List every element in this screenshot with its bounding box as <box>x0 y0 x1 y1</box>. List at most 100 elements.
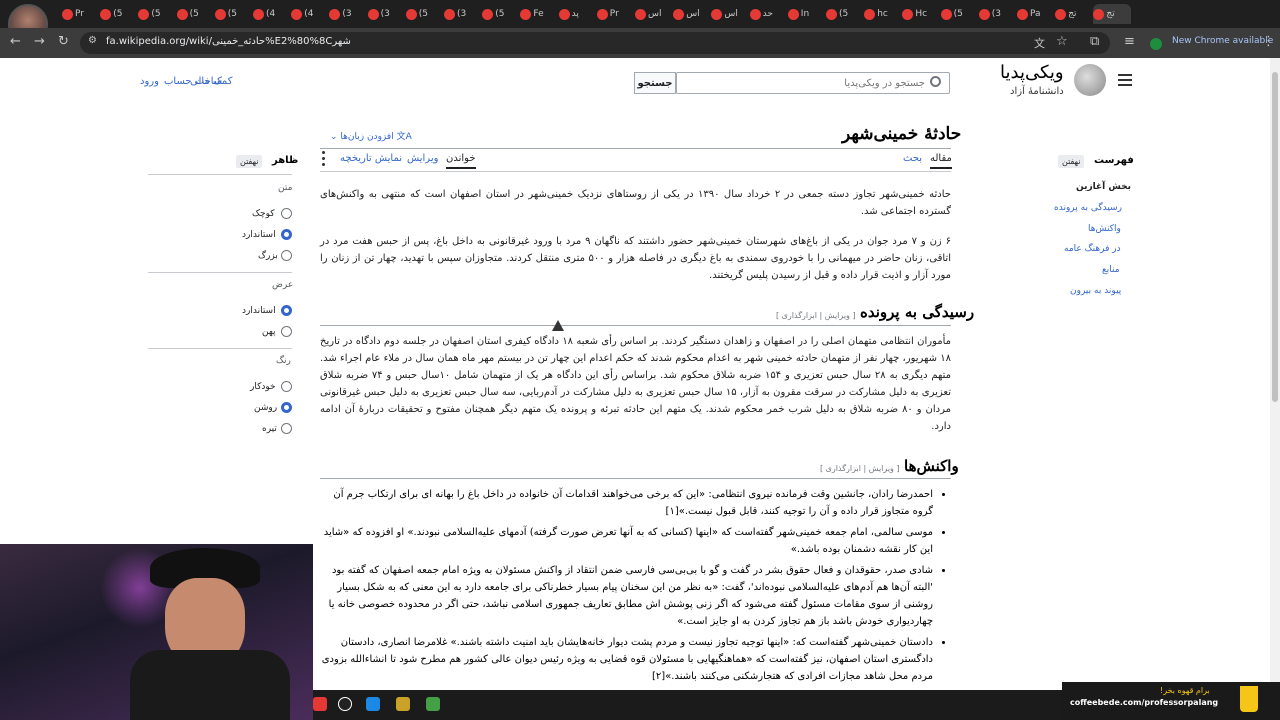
browser-tab[interactable]: Fe <box>520 4 554 24</box>
search-button[interactable]: جستجو <box>634 72 676 94</box>
browser-tab[interactable]: (5 <box>214 4 249 24</box>
tab-title: (3 <box>457 9 467 19</box>
taskbar-app-icon[interactable] <box>313 697 327 711</box>
taskbar-app-icon[interactable] <box>366 697 380 711</box>
browser-tab[interactable]: In <box>787 4 822 24</box>
radio-color-light[interactable] <box>281 402 292 413</box>
taskbar-app-icon[interactable] <box>426 697 440 711</box>
browser-tab[interactable]: (3 <box>978 4 1013 24</box>
toc-item[interactable]: واکنش‌ها <box>1088 224 1121 234</box>
browser-tab[interactable]: (5 <box>138 4 172 24</box>
browser-tab[interactable]: Pr <box>596 4 631 24</box>
more-actions-icon[interactable] <box>322 151 326 167</box>
search-input[interactable] <box>676 72 950 94</box>
tab-title: In <box>800 9 810 19</box>
tab-edit[interactable]: ویرایش <box>407 153 438 164</box>
extensions-icon[interactable]: ⧉ <box>1090 34 1099 49</box>
browser-tab[interactable]: (5 <box>826 4 860 24</box>
radio-color-auto[interactable] <box>281 381 292 392</box>
browser-tab[interactable]: (5 <box>176 4 211 24</box>
tab-article[interactable]: مقاله <box>930 153 952 169</box>
reload-icon[interactable]: ↻ <box>58 34 69 49</box>
intro-paragraph-1: حادثه خمینی‌شهر تجاوز دسته جمعی در ۲ خرد… <box>320 189 951 217</box>
browser-tab[interactable]: (4 <box>253 4 287 24</box>
login-link[interactable]: ورود <box>140 76 159 87</box>
section-divider <box>320 325 951 326</box>
tab-history[interactable]: نمایش تاریخچه <box>340 153 402 164</box>
toc-item[interactable]: در فرهنگ عامه <box>1064 244 1121 254</box>
browser-tab[interactable]: اس <box>673 4 707 24</box>
browser-tab[interactable]: تج <box>1055 4 1089 24</box>
back-icon[interactable]: ← <box>10 34 21 49</box>
tab-favicon-icon <box>673 8 685 20</box>
browser-tab[interactable]: (3 <box>329 4 363 24</box>
browser-tab[interactable]: تج <box>1093 4 1132 24</box>
tab-favicon-icon <box>749 8 761 20</box>
radio-width-wide[interactable] <box>281 326 292 337</box>
radio-text-large[interactable] <box>281 250 292 261</box>
tab-title: اس <box>686 9 700 19</box>
taskbar-app-icon[interactable] <box>396 697 410 711</box>
wikipedia-globe-logo[interactable] <box>1074 64 1106 96</box>
browser-tab[interactable]: Pa <box>1017 4 1051 24</box>
main-menu-icon[interactable] <box>1118 74 1132 86</box>
tab-title: حد <box>762 9 773 19</box>
media-player-icon[interactable] <box>338 697 352 711</box>
site-info-icon[interactable]: ⚙ <box>88 35 97 46</box>
scrollbar-thumb[interactable] <box>1272 72 1278 402</box>
wikipedia-wordmark[interactable]: ویکی‌پدیا <box>1000 62 1064 83</box>
radio-width-standard[interactable] <box>281 305 292 316</box>
add-languages-button[interactable]: ⌄ افزودن زبان‌ها 文A <box>330 129 412 142</box>
browser-tab[interactable]: Pr <box>62 4 96 24</box>
coffee-cup-icon <box>1240 686 1258 712</box>
radio-text-standard[interactable] <box>281 229 292 240</box>
list-item: شادی صدر، حقوقدان و فعال حقوق بشر در گفت… <box>320 562 933 630</box>
browser-tab[interactable]: اس <box>635 4 669 24</box>
section-edit-links[interactable]: [ ویرایش | ابزارگذاری ] <box>776 311 856 320</box>
browser-tab[interactable]: (3 <box>367 4 402 24</box>
tab-title: پد <box>571 9 579 19</box>
toc-item[interactable]: منابع <box>1102 265 1120 275</box>
browser-tab[interactable]: حد <box>749 4 784 24</box>
section-edit-links[interactable]: [ ویرایش | ابزارگذاری ] <box>820 464 900 473</box>
tab-read[interactable]: خواندن <box>446 153 476 169</box>
browser-tab[interactable]: اس <box>711 4 745 24</box>
tab-title: اس <box>724 9 738 19</box>
toc-item[interactable]: پیوند به بیرون <box>1070 286 1121 296</box>
browser-tab[interactable]: (5 <box>940 4 975 24</box>
browser-tab[interactable]: (5 <box>405 4 440 24</box>
tab-favicon-icon <box>520 8 532 20</box>
profile-icon[interactable] <box>1150 38 1162 50</box>
translate-icon[interactable]: 文 <box>1034 35 1045 51</box>
browser-tab[interactable]: (4 <box>291 4 325 24</box>
forward-icon[interactable]: → <box>34 34 45 49</box>
browser-tab[interactable]: Hc <box>902 4 936 24</box>
tab-favicon-icon <box>482 8 494 20</box>
tab-favicon-icon <box>826 8 837 20</box>
tab-title: (5 <box>113 9 123 19</box>
browser-tab[interactable]: (5 <box>482 4 516 24</box>
radio-label: روشن <box>254 403 278 413</box>
color-label: رنگ <box>276 356 291 366</box>
tab-favicon-icon <box>367 8 379 20</box>
tab-talk[interactable]: بحث <box>903 153 922 164</box>
toc-item[interactable]: بخش آغازین <box>1076 182 1131 192</box>
browser-tab[interactable]: (3 <box>444 4 478 24</box>
toc-hide-button[interactable]: نهفتن <box>1058 155 1085 168</box>
chrome-menu-icon[interactable]: ⋮ <box>1262 34 1275 49</box>
radio-color-dark[interactable] <box>281 423 292 434</box>
browser-tab[interactable]: پد <box>558 4 593 24</box>
appearance-title: ظاهر <box>272 155 299 166</box>
browser-tab[interactable]: hc <box>864 4 898 24</box>
appearance-hide-button[interactable]: نهفتن <box>236 155 263 168</box>
tab-title: Pa <box>1030 9 1041 19</box>
toc-item[interactable]: رسیدگی به پرونده <box>1054 203 1122 213</box>
tab-title: (4 <box>304 9 314 19</box>
tab-favicon-icon <box>176 8 188 20</box>
new-chrome-available-button[interactable]: New Chrome available <box>1172 36 1273 46</box>
menu-list-icon[interactable]: ≡ <box>1124 34 1135 49</box>
bookmark-star-icon[interactable]: ☆ <box>1056 34 1068 49</box>
create-account-link[interactable]: ساخت حساب <box>164 76 222 87</box>
radio-text-small[interactable] <box>281 208 292 219</box>
browser-tab[interactable]: (5 <box>100 4 134 24</box>
